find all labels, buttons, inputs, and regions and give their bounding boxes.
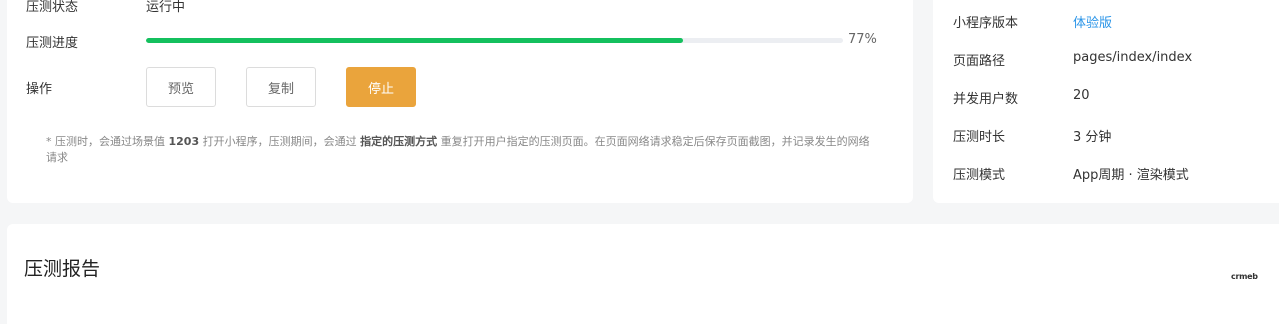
report-title: 压测报告 xyxy=(24,258,101,280)
info-key: 压测模式 xyxy=(953,168,1006,183)
info-key: 并发用户数 xyxy=(953,92,1019,107)
task-card: 压测状态 运行中 压测进度 77% 操作 预览 复制 停止 * 压测时，会通过场… xyxy=(7,0,913,203)
info-value: App周期 · 渲染模式 xyxy=(1073,168,1189,183)
action-label: 操作 xyxy=(26,82,53,97)
status-label: 压测状态 xyxy=(26,0,79,15)
info-key: 压测时长 xyxy=(953,130,1006,145)
info-value: 20 xyxy=(1073,88,1090,103)
report-card: 压测报告 xyxy=(7,224,1279,324)
watermark-logo: crmeb xyxy=(1231,272,1258,281)
progress-label: 压测进度 xyxy=(26,36,79,51)
info-key: 页面路径 xyxy=(953,54,1006,69)
note-mode: 指定的压测方式 xyxy=(360,135,438,148)
info-value: 3 分钟 xyxy=(1073,130,1112,145)
stop-button[interactable]: 停止 xyxy=(346,67,416,107)
note-text-1: * 压测时，会通过场景值 xyxy=(46,135,169,148)
note-scene-value: 1203 xyxy=(168,135,200,148)
status-value: 运行中 xyxy=(146,0,186,15)
info-value: pages/index/index xyxy=(1073,50,1193,65)
info-key: 小程序版本 xyxy=(953,16,1019,31)
copy-button[interactable]: 复制 xyxy=(246,67,316,107)
version-link[interactable]: 体验版 xyxy=(1073,12,1112,31)
test-note: * 压测时，会通过场景值 1203 打开小程序，压测期间，会通过 指定的压测方式… xyxy=(46,134,876,166)
progress-bar xyxy=(146,38,843,43)
info-card: 小程序版本 体验版 页面路径 pages/index/index 并发用户数 2… xyxy=(933,0,1279,203)
progress-percent: 77% xyxy=(848,32,877,47)
progress-fill xyxy=(146,38,683,43)
note-text-2: 打开小程序，压测期间，会通过 xyxy=(199,135,361,148)
preview-button[interactable]: 预览 xyxy=(146,67,216,107)
